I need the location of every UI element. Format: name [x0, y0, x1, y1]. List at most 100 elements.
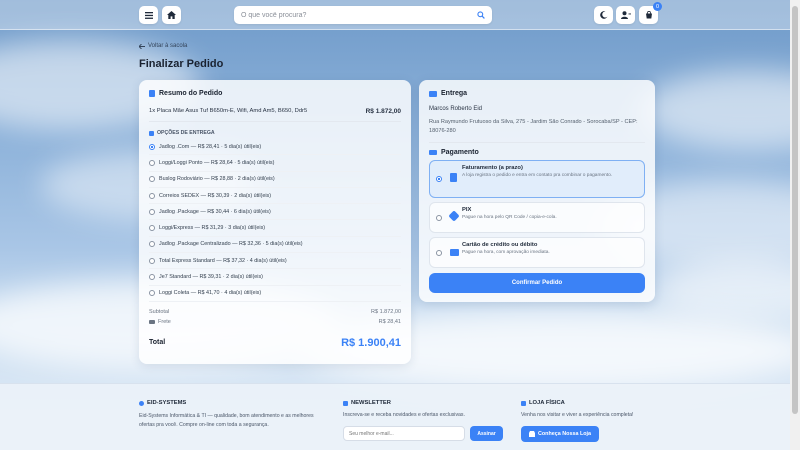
subtotal-label: Subtotal — [149, 308, 170, 315]
footer-brand-text: Eid-Systems Informática & TI — qualidade… — [139, 413, 314, 428]
footer-store: LOJA FÍSICA Venha nos visitar e viver a … — [521, 400, 661, 442]
total-value: R$ 1.900,41 — [341, 336, 401, 349]
moon-icon — [599, 11, 607, 19]
footer-store-text: Venha nos visitar e viver a experiência … — [521, 412, 634, 418]
theme-toggle-button[interactable] — [594, 6, 613, 24]
home-button[interactable] — [162, 6, 181, 24]
top-navbar: 0 — [0, 0, 790, 30]
item-price: R$ 1.872,00 — [365, 108, 401, 115]
order-summary-header: Resumo do Pedido — [149, 90, 401, 97]
cart-icon — [645, 11, 652, 19]
payment-radio[interactable] — [436, 215, 442, 221]
footer-brand: EID-SYSTEMS Eid-Systems Informática & TI… — [139, 400, 319, 430]
payment-option-card[interactable]: Cartão de crédito ou débito Pague na hor… — [429, 237, 645, 268]
shipping-radio[interactable] — [149, 159, 155, 166]
truck-icon — [149, 319, 155, 324]
payment-radio[interactable] — [436, 250, 442, 256]
shipping-option[interactable]: Jadlog .Package Centralizado — R$ 32,36 … — [149, 237, 401, 254]
shipping-option-label: Buslog Rodoviário — R$ 28,88 · 2 dia(s) … — [159, 176, 275, 183]
shipping-option-label: Jadlog .Package Centralizado — R$ 32,36 … — [159, 241, 303, 248]
shipping-option[interactable]: Jadlog .Package — R$ 30,44 · 6 dia(s) út… — [149, 204, 401, 221]
footer-newsletter-text: Inscreva-se e receba novidades e ofertas… — [343, 412, 465, 418]
cart-count-badge: 0 — [653, 2, 662, 11]
shipping-radio[interactable] — [149, 241, 155, 248]
shipping-option[interactable]: Correios SEDEX — R$ 30,39 · 2 dia(s) úti… — [149, 188, 401, 205]
shipping-radio[interactable] — [149, 192, 155, 199]
envelope-icon — [343, 400, 348, 406]
divider — [429, 142, 645, 143]
shipping-option[interactable]: Jadlog .Com — R$ 28,41 · 5 dia(s) útil(e… — [149, 139, 401, 156]
payment-option-desc: A loja registra o pedido e entra em cont… — [462, 173, 613, 178]
back-to-bag-link[interactable]: Voltar à sacola — [139, 43, 187, 49]
footer-newsletter: NEWSLETTER Inscreva-se e receba novidade… — [343, 400, 508, 441]
shipping-option[interactable]: Buslog Rodoviário — R$ 28,88 · 2 dia(s) … — [149, 172, 401, 188]
payment-title: Pagamento — [441, 149, 479, 156]
search-bar[interactable] — [234, 6, 492, 24]
home-icon — [167, 11, 176, 19]
newsletter-email-input[interactable] — [343, 426, 465, 441]
search-icon[interactable] — [477, 11, 485, 19]
newsletter-subscribe-button[interactable]: Assinar — [470, 426, 503, 441]
footer-brand-title: EID-SYSTEMS — [147, 400, 187, 406]
freight-label: Frete — [158, 318, 171, 325]
payment-option-pix[interactable]: PIX Pague na hora pelo QR Code / copia-e… — [429, 202, 645, 233]
search-input[interactable] — [241, 11, 477, 19]
cart-button[interactable]: 0 — [639, 2, 662, 24]
footer-brand-header: EID-SYSTEMS — [139, 400, 319, 406]
shipping-option-label: Total Express Standard — R$ 37,32 · 4 di… — [159, 257, 287, 264]
shipping-option[interactable]: Loggi/Express — R$ 31,29 · 3 dia(s) útil… — [149, 220, 401, 237]
shipping-option-label: Correios SEDEX — R$ 30,39 · 2 dia(s) úti… — [159, 192, 272, 199]
payment-option-desc: Pague na hora, com aprovação imediata. — [462, 250, 550, 255]
shipping-options-list: Jadlog .Com — R$ 28,41 · 5 dia(s) útil(e… — [149, 139, 401, 302]
footer-store-header: LOJA FÍSICA — [521, 400, 661, 406]
menu-button[interactable] — [139, 6, 158, 24]
payment-header: Pagamento — [429, 149, 645, 156]
freight-row: Frete R$ 28,41 — [149, 319, 401, 325]
shipping-option-label: Loggi/Express — R$ 31,29 · 3 dia(s) útil… — [159, 225, 266, 232]
shipping-radio[interactable] — [149, 257, 155, 264]
shipping-radio-selected[interactable] — [149, 143, 155, 150]
shipping-radio[interactable] — [149, 225, 155, 232]
shipping-option[interactable]: Loggi Coleta — R$ 41,70 · 4 dia(s) útil(… — [149, 286, 401, 302]
payment-option-desc: Pague na hora pelo QR Code / copia-e-col… — [462, 215, 557, 220]
user-button[interactable] — [616, 6, 635, 24]
newsletter-form: Assinar — [343, 426, 508, 441]
payment-option-title: Cartão de crédito ou débito — [462, 242, 538, 248]
shipping-radio[interactable] — [149, 274, 155, 281]
payment-option-title: PIX — [462, 207, 472, 213]
shipping-radio[interactable] — [149, 176, 155, 183]
shipping-option[interactable]: Je7 Standard — R$ 39,31 · 2 dia(s) útil(… — [149, 269, 401, 286]
scrollbar-thumb[interactable] — [792, 6, 798, 414]
shipping-radio[interactable] — [149, 290, 155, 297]
footer-store-title: LOJA FÍSICA — [529, 400, 565, 406]
truck-icon — [429, 90, 437, 97]
credit-card-icon — [429, 150, 437, 155]
visit-store-button[interactable]: Conheça Nossa Loja — [521, 426, 600, 442]
order-item-row: 1x Placa Mãe Asus Tuf B650m-E, Wifi, Amd… — [149, 108, 401, 115]
footer-newsletter-title: NEWSLETTER — [351, 400, 391, 406]
shipping-radio[interactable] — [149, 208, 155, 215]
shipping-options-header: OPÇÕES DE ENTREGA — [149, 130, 401, 136]
payment-option-title: Faturamento (a prazo) — [462, 165, 523, 171]
receipt-icon — [149, 90, 155, 97]
shipping-option-label: Je7 Standard — R$ 39,31 · 2 dia(s) útil(… — [159, 274, 263, 281]
page-title: Finalizar Pedido — [139, 58, 224, 70]
confirm-order-button[interactable]: Confirmar Pedido — [429, 273, 645, 293]
divider — [149, 121, 401, 122]
recipient-name: Marcos Roberto Eid — [429, 106, 483, 112]
subtotal-value: R$ 1.872,00 — [371, 308, 401, 315]
delivery-address: Rua Raymundo Frutuoso da Silva, 275 - Ja… — [429, 119, 638, 134]
payment-option-invoice[interactable]: Faturamento (a prazo) A loja registra o … — [429, 160, 645, 198]
shipping-options-title: OPÇÕES DE ENTREGA — [157, 130, 215, 136]
user-icon — [620, 11, 631, 19]
subtotal-row: Subtotal R$ 1.872,00 — [149, 309, 401, 315]
shipping-option[interactable]: Total Express Standard — R$ 37,32 · 4 di… — [149, 253, 401, 270]
shipping-option[interactable]: Loggi/Loggi Ponto — R$ 28,64 · 5 dia(s) … — [149, 155, 401, 172]
shipping-option-label: Loggi Coleta — R$ 41,70 · 4 dia(s) útil(… — [159, 290, 262, 297]
page-scrollbar[interactable] — [790, 0, 800, 450]
item-name: 1x Placa Mãe Asus Tuf B650m-E, Wifi, Amd… — [149, 108, 308, 114]
store-icon — [529, 431, 535, 437]
shipping-option-label: Jadlog .Package — R$ 30,44 · 6 dia(s) út… — [159, 208, 271, 215]
pix-icon — [448, 210, 460, 222]
payment-radio-selected[interactable] — [436, 176, 442, 182]
